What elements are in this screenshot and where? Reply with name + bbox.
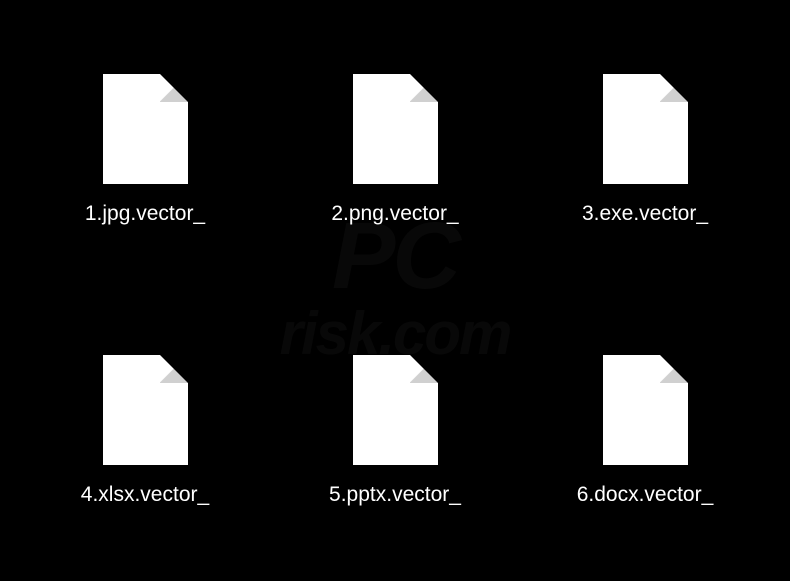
file-icon xyxy=(103,74,188,184)
file-label: 2.png.vector_ xyxy=(331,202,458,226)
file-item[interactable]: 1.jpg.vector_ xyxy=(40,40,250,261)
file-item[interactable]: 3.exe.vector_ xyxy=(540,40,750,261)
file-icon xyxy=(603,355,688,465)
file-item[interactable]: 5.pptx.vector_ xyxy=(290,321,500,542)
file-label: 3.exe.vector_ xyxy=(582,202,708,226)
file-icon xyxy=(353,74,438,184)
file-label: 5.pptx.vector_ xyxy=(329,483,461,507)
file-item[interactable]: 2.png.vector_ xyxy=(290,40,500,261)
file-label: 1.jpg.vector_ xyxy=(85,202,205,226)
file-item[interactable]: 6.docx.vector_ xyxy=(540,321,750,542)
file-label: 4.xlsx.vector_ xyxy=(81,483,209,507)
desktop-area[interactable]: 1.jpg.vector_ 2.png.vector_ 3.exe.vector… xyxy=(0,0,790,581)
file-item[interactable]: 4.xlsx.vector_ xyxy=(40,321,250,542)
file-label: 6.docx.vector_ xyxy=(577,483,714,507)
file-icon xyxy=(603,74,688,184)
file-icon xyxy=(353,355,438,465)
file-icon xyxy=(103,355,188,465)
